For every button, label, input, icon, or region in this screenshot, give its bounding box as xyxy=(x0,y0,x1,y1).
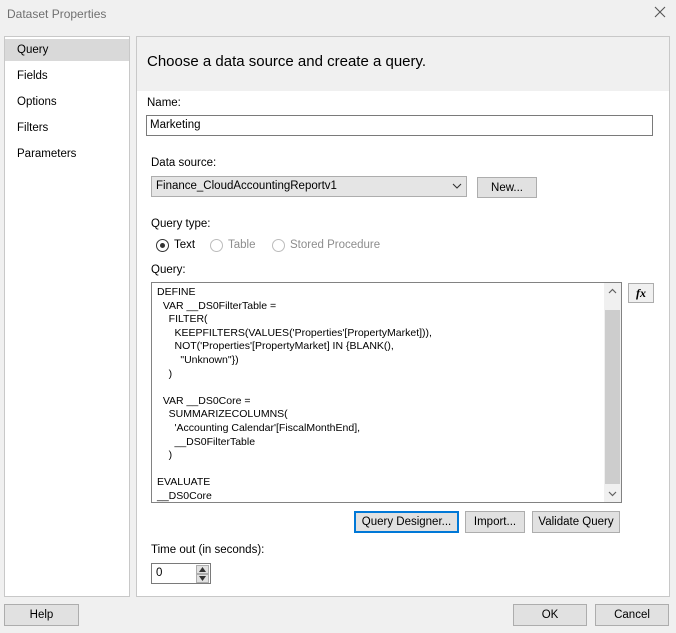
scroll-up-button[interactable] xyxy=(604,283,621,300)
name-input-value: Marketing xyxy=(150,119,201,131)
function-icon: fx xyxy=(636,286,646,300)
sidebar-item-options[interactable]: Options xyxy=(5,91,129,113)
querytype-label: Query type: xyxy=(151,218,211,230)
name-label: Name: xyxy=(147,97,181,109)
query-editor[interactable]: DEFINE VAR __DS0FilterTable = FILTER( KE… xyxy=(151,282,622,503)
import-button-label: Import... xyxy=(473,516,517,528)
page-title: Choose a data source and create a query. xyxy=(147,53,427,70)
import-button[interactable]: Import... xyxy=(465,511,525,533)
scroll-thumb[interactable] xyxy=(605,310,620,484)
query-text: DEFINE VAR __DS0FilterTable = FILTER( KE… xyxy=(157,286,432,502)
radio-checked-icon xyxy=(156,239,169,252)
sidebar-item-filters[interactable]: Filters xyxy=(5,117,129,139)
sidebar-item-label: Query xyxy=(17,44,49,56)
timeout-stepper[interactable]: 0 xyxy=(151,563,211,584)
title-bar: Dataset Properties xyxy=(0,0,676,30)
new-datasource-button-label: New... xyxy=(491,182,523,194)
radio-label: Stored Procedure xyxy=(290,239,381,251)
new-datasource-button[interactable]: New... xyxy=(477,177,537,198)
query-designer-button-label: Query Designer... xyxy=(361,516,452,528)
sidebar-item-fields[interactable]: Fields xyxy=(5,65,129,87)
validate-query-button-label: Validate Query xyxy=(538,516,614,528)
chevron-down-icon xyxy=(608,491,617,497)
caret-up-icon xyxy=(199,567,206,572)
caret-down-icon xyxy=(199,576,206,581)
datasource-dropdown[interactable]: Finance_CloudAccountingReportv1 xyxy=(151,176,467,197)
sidebar-item-label: Filters xyxy=(17,122,49,134)
window-title: Dataset Properties xyxy=(7,7,107,21)
cancel-button-label: Cancel xyxy=(614,609,650,621)
help-button-label: Help xyxy=(29,609,54,621)
validate-query-button[interactable]: Validate Query xyxy=(532,511,620,533)
datasource-value: Finance_CloudAccountingReportv1 xyxy=(156,180,337,192)
sidebar-nav: Query Fields Options Filters Parameters xyxy=(4,36,130,597)
timeout-label: Time out (in seconds): xyxy=(151,544,265,556)
sidebar-item-label: Parameters xyxy=(17,148,77,160)
content-panel: Choose a data source and create a query.… xyxy=(136,36,670,597)
chevron-down-icon xyxy=(452,183,462,189)
chevron-up-icon xyxy=(608,288,617,294)
radio-unchecked-icon xyxy=(210,239,223,252)
query-label: Query: xyxy=(151,264,186,276)
name-input[interactable]: Marketing xyxy=(146,115,653,136)
timeout-value: 0 xyxy=(156,567,163,579)
sidebar-item-label: Options xyxy=(17,96,57,108)
cancel-button[interactable]: Cancel xyxy=(595,604,669,626)
stepper-up-button[interactable] xyxy=(196,565,209,574)
radio-label: Table xyxy=(228,239,256,251)
close-button[interactable] xyxy=(648,4,672,24)
sidebar-item-parameters[interactable]: Parameters xyxy=(5,143,129,165)
sidebar-item-label: Fields xyxy=(17,70,48,82)
sidebar-item-query[interactable]: Query xyxy=(5,39,129,61)
ok-button-label: OK xyxy=(541,609,559,621)
close-icon xyxy=(654,6,666,18)
scroll-down-button[interactable] xyxy=(604,485,621,502)
radio-unchecked-icon xyxy=(272,239,285,252)
page-header: Choose a data source and create a query. xyxy=(137,37,669,91)
query-designer-button[interactable]: Query Designer... xyxy=(354,511,459,533)
help-button[interactable]: Help xyxy=(4,604,79,626)
ok-button[interactable]: OK xyxy=(513,604,587,626)
stepper-down-button[interactable] xyxy=(196,574,209,583)
expression-button[interactable]: fx xyxy=(628,283,654,303)
query-scrollbar[interactable] xyxy=(604,283,621,502)
radio-label: Text xyxy=(174,239,196,251)
datasource-label: Data source: xyxy=(151,157,217,169)
